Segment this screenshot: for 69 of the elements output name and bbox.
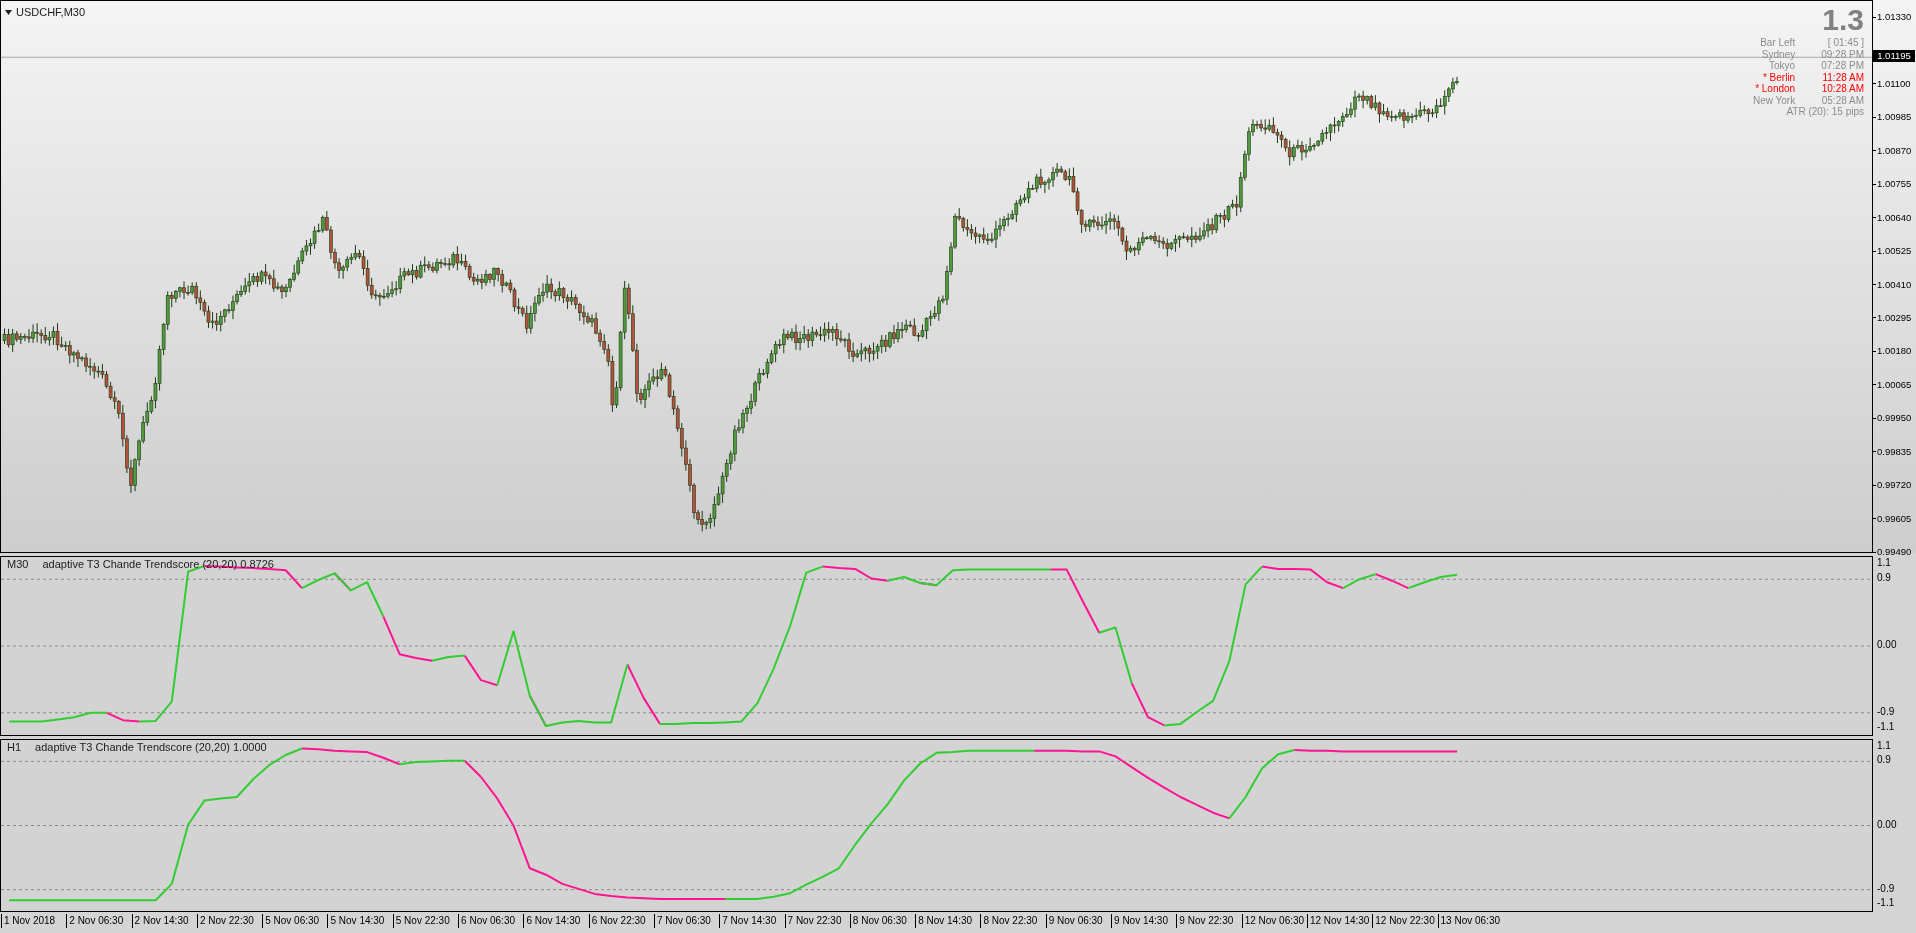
price-label: 0.99720 <box>1877 479 1912 492</box>
time-label: 8 Nov 06:30 <box>849 914 916 928</box>
session-time: 07:28 PM <box>1821 60 1864 72</box>
axis-value-label: -1.1 <box>1877 720 1895 733</box>
atr-label: ATR (20): 15 pips <box>1786 106 1864 118</box>
time-label: 6 Nov 06:30 <box>458 914 524 928</box>
axis-value-label: 1.1 <box>1877 740 1891 753</box>
time-label: 2 Nov 06:30 <box>66 914 132 928</box>
time-label: 7 Nov 14:30 <box>719 914 785 928</box>
axis-value-label: 0.00 <box>1877 818 1897 831</box>
price-label: 1.00640 <box>1877 211 1912 224</box>
indicator-name: adaptive T3 Chande Trendscore (20,20) 1.0000 <box>35 741 267 754</box>
current-price-label: 1.01195 <box>1873 50 1915 63</box>
time-label: 5 Nov 22:30 <box>392 914 459 928</box>
time-label: 12 Nov 06:30 <box>1241 914 1307 928</box>
price-label: 0.99605 <box>1877 512 1912 525</box>
price-label: 1.00295 <box>1877 311 1912 324</box>
axis-value-label: -1.1 <box>1877 896 1895 909</box>
timeframe-label: M30 <box>7 558 29 571</box>
time-label: 9 Nov 14:30 <box>1111 914 1177 928</box>
time-label: 5 Nov 14:30 <box>327 914 393 928</box>
axis-value-label: 1.1 <box>1877 557 1891 570</box>
time-label: 12 Nov 14:30 <box>1306 914 1373 928</box>
session-label: * London <box>1754 83 1796 95</box>
time-label: 9 Nov 06:30 <box>1045 914 1112 928</box>
price-label: 0.99835 <box>1877 445 1912 458</box>
session-label: Tokyo <box>1768 60 1796 72</box>
time-label: 6 Nov 14:30 <box>523 914 589 928</box>
session-time: 10:28 AM <box>1821 83 1864 95</box>
price-label: 0.99950 <box>1877 412 1912 425</box>
time-label: 9 Nov 22:30 <box>1176 914 1242 928</box>
timeframe-label: H1 <box>7 741 22 754</box>
axis-value-label: 0.9 <box>1877 572 1891 585</box>
price-label: 1.01330 <box>1877 11 1912 23</box>
dropdown-triangle-icon[interactable] <box>5 9 12 15</box>
price-label: 1.00870 <box>1877 144 1912 157</box>
time-label: 12 Nov 22:30 <box>1372 914 1438 928</box>
time-label: 8 Nov 14:30 <box>915 914 981 928</box>
time-label: 6 Nov 22:30 <box>588 914 654 928</box>
time-label: 2 Nov 22:30 <box>196 914 263 928</box>
spread-value: 1.3 <box>1822 5 1864 35</box>
axis-value-label: 0.00 <box>1877 639 1897 651</box>
price-label: 1.00985 <box>1877 111 1912 124</box>
price-label: 1.00525 <box>1877 245 1912 258</box>
price-label: 1.00065 <box>1877 378 1912 391</box>
price-label: 1.01100 <box>1877 77 1911 90</box>
session-time: 09:28 PM <box>1821 48 1864 60</box>
session-label: Bar Left <box>1759 37 1796 49</box>
price-label: 1.00755 <box>1877 178 1912 191</box>
price-label: 1.00410 <box>1877 278 1912 291</box>
time-label: 2 Nov 14:30 <box>131 914 197 928</box>
time-label: 1 Nov 2018 <box>1 914 67 928</box>
price-label: 1.00180 <box>1877 345 1912 358</box>
session-label: New York <box>1752 94 1796 106</box>
time-label: 5 Nov 06:30 <box>262 914 328 928</box>
time-label: 7 Nov 06:30 <box>653 914 720 928</box>
axis-value-label: 0.9 <box>1877 754 1891 767</box>
session-label: Sydney <box>1760 48 1796 60</box>
session-time: [ 01:45 ] <box>1826 37 1864 49</box>
chart-title: USDCHF,M30 <box>16 5 86 20</box>
time-label: 13 Nov 06:30 <box>1437 914 1503 928</box>
session-time: 05:28 AM <box>1821 94 1864 106</box>
axis-value-label: -0.9 <box>1877 705 1895 718</box>
price-label: 0.99490 <box>1877 546 1912 558</box>
session-time: 11:28 AM <box>1821 71 1864 83</box>
axis-value-label: -0.9 <box>1877 882 1895 895</box>
time-label: 8 Nov 22:30 <box>980 914 1046 928</box>
time-label: 7 Nov 22:30 <box>784 914 850 928</box>
session-label: * Berlin <box>1761 71 1796 83</box>
